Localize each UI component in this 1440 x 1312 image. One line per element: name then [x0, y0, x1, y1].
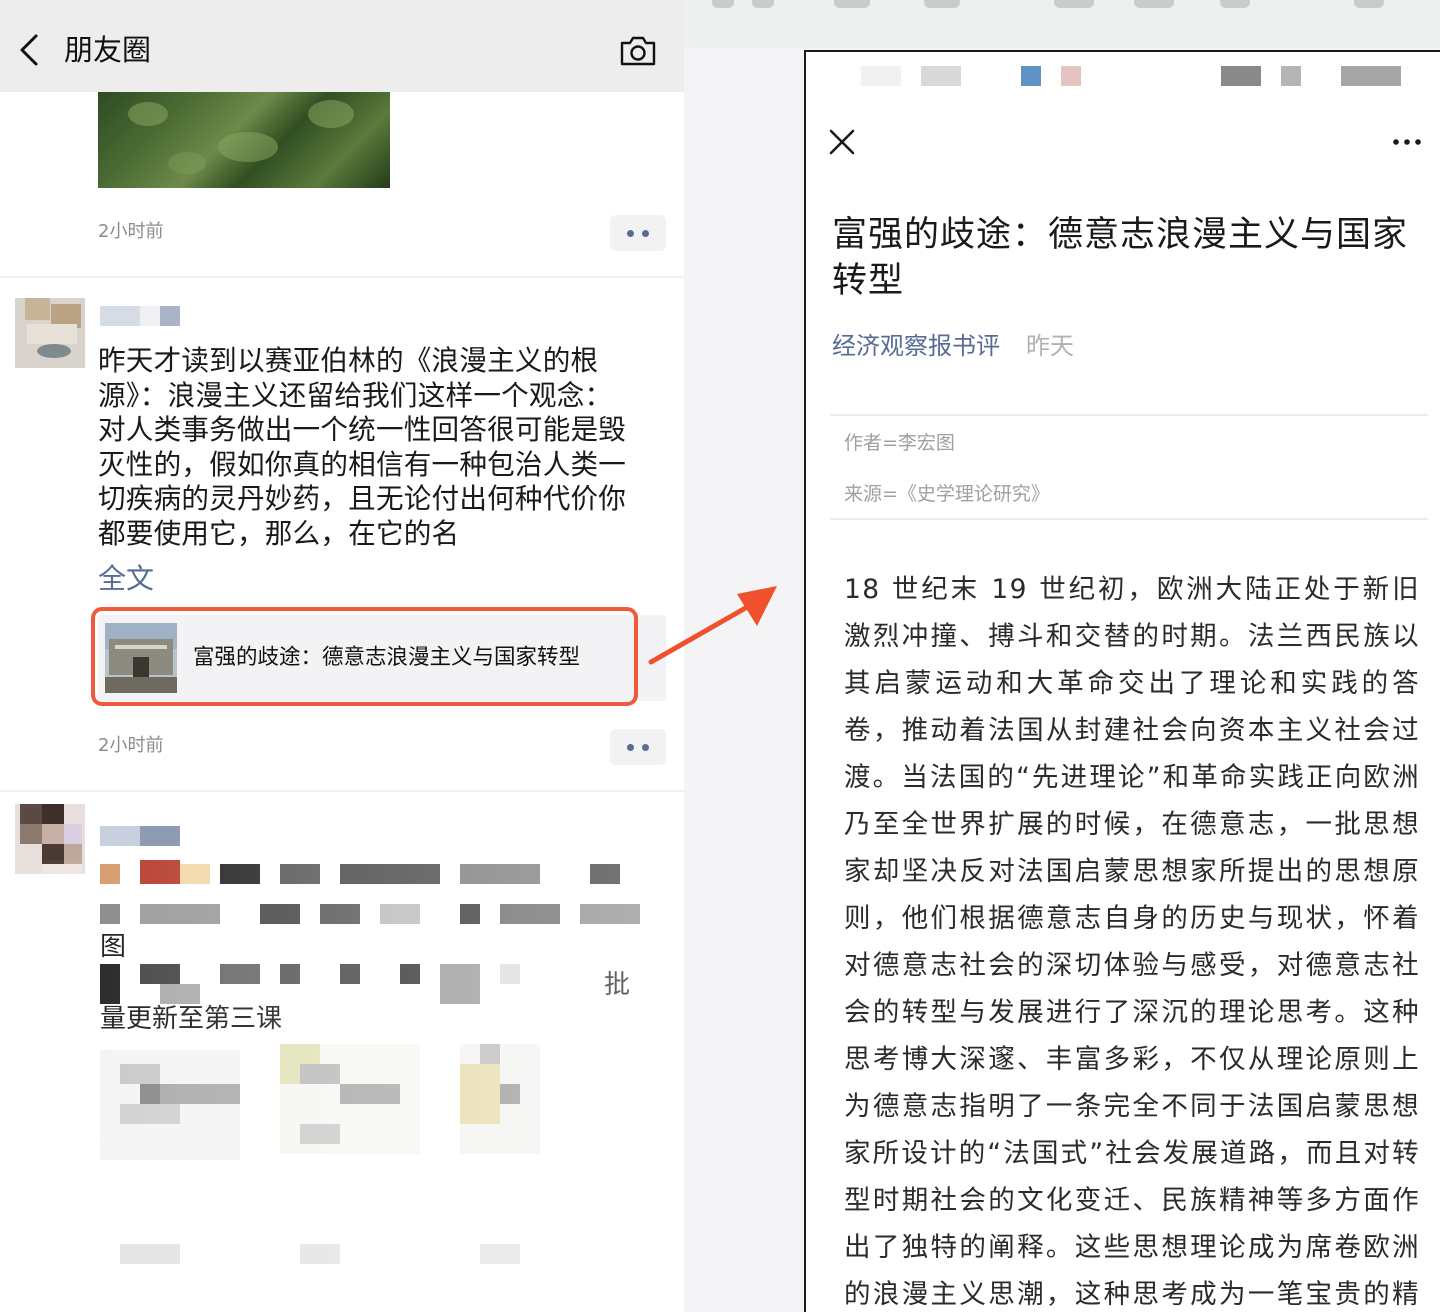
separator: [830, 518, 1428, 520]
post-text-fragment: 图: [100, 932, 127, 962]
post-divider: [0, 790, 684, 792]
post-more-button[interactable]: [610, 215, 666, 251]
avatar[interactable]: [15, 298, 85, 368]
page-title: 朋友圈: [64, 33, 152, 67]
user-name-blurred[interactable]: [100, 826, 140, 846]
moments-panel: 朋友圈 2小时前 昨天才读到以赛亚伯林的《浪漫主义的根源》：浪漫主义还留给我们这…: [0, 0, 684, 1312]
post-divider: [0, 276, 684, 278]
post-timestamp: 2小时前: [98, 221, 164, 242]
article-view: 富强的歧途：德意志浪漫主义与国家转型 经济观察报书评 昨天 作者=李宏图 来源=…: [804, 50, 1440, 1312]
article-date: 昨天: [1026, 332, 1074, 360]
post-timestamp: 2小时前: [98, 735, 164, 756]
avatar[interactable]: [15, 804, 85, 874]
author-line: 作者=李宏图: [844, 432, 955, 454]
more-dots-icon[interactable]: [1392, 138, 1422, 146]
highlight-box: [91, 607, 638, 706]
camera-icon[interactable]: [618, 34, 658, 68]
separator: [830, 414, 1428, 416]
arrow-icon: [648, 586, 777, 665]
close-icon[interactable]: [828, 128, 856, 156]
post-text: 昨天才读到以赛亚伯林的《浪漫主义的根源》：浪漫主义还留给我们这样一个观念：对人类…: [98, 344, 627, 550]
source-line: 来源=《史学理论研究》: [844, 483, 1050, 505]
moments-header: 朋友圈: [0, 0, 684, 92]
post-text-fragment: 批: [604, 970, 631, 1000]
browser-toolbar: [684, 0, 1440, 48]
post-image[interactable]: [98, 92, 390, 188]
full-text-link[interactable]: 全文: [98, 562, 154, 596]
post-text-fragment: 量更新至第三课: [100, 1004, 283, 1034]
article-body: 18 世纪末 19 世纪初，欧洲大陆正处于新旧激烈冲撞、搏斗和交替的时期。法兰西…: [844, 574, 1420, 1310]
back-arrow-icon[interactable]: [14, 30, 44, 70]
user-name-blurred[interactable]: [100, 306, 140, 326]
account-name-link[interactable]: 经济观察报书评: [832, 330, 1000, 362]
post-more-button[interactable]: [610, 729, 666, 765]
article-title: 富强的歧途：德意志浪漫主义与国家转型: [832, 215, 1409, 301]
